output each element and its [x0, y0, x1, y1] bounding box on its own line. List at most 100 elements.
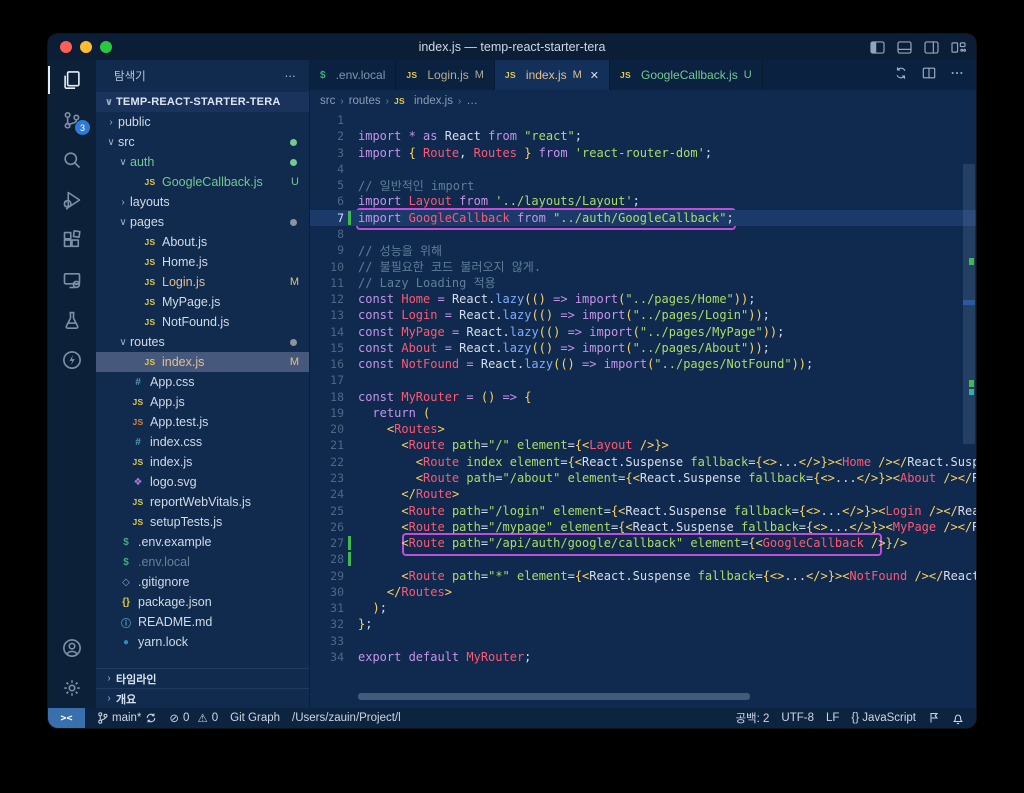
- tree-file-About.js[interactable]: JSAbout.js: [96, 232, 309, 252]
- tree-folder-src[interactable]: ∨src: [96, 132, 309, 152]
- code-editor[interactable]: 12import * as React from "react";3import…: [310, 112, 976, 708]
- activity-thunder-client[interactable]: [48, 340, 96, 380]
- close-tab-icon[interactable]: ✕: [590, 69, 599, 82]
- breadcrumb-item[interactable]: index.js: [414, 95, 453, 107]
- git-gutter-added: [344, 551, 358, 567]
- eol-item[interactable]: LF: [826, 712, 839, 724]
- git-branch-item[interactable]: main*: [97, 712, 157, 724]
- tree-file-App.js[interactable]: JSApp.js: [96, 392, 309, 412]
- code-line-33: 33: [310, 633, 976, 649]
- customize-layout-icon[interactable]: [951, 41, 966, 54]
- line-number: 27: [310, 536, 344, 550]
- breadcrumb-item[interactable]: routes: [349, 95, 381, 107]
- tree-item-label: public: [118, 115, 151, 129]
- tree-file-GoogleCallback.js[interactable]: JSGoogleCallback.jsU: [96, 172, 309, 192]
- activity-source-control[interactable]: 3: [48, 100, 96, 140]
- problems-item[interactable]: ⊘0 ⚠0: [169, 711, 218, 725]
- tree-folder-public[interactable]: ›public: [96, 112, 309, 132]
- explorer-more-icon[interactable]: ⋯: [285, 69, 298, 83]
- tree-file-Login.js[interactable]: JSLogin.jsM: [96, 272, 309, 292]
- tree-file-App.css[interactable]: #App.css: [96, 372, 309, 392]
- gutter: [344, 242, 358, 258]
- toggle-secondary-sidebar-icon[interactable]: [924, 41, 939, 54]
- git-graph-item[interactable]: Git Graph: [230, 712, 280, 724]
- activity-testing[interactable]: [48, 300, 96, 340]
- activity-settings[interactable]: [48, 668, 96, 708]
- line-number: 6: [310, 194, 344, 208]
- source-control-badge: 3: [75, 120, 90, 135]
- js-file-icon: JS: [142, 177, 158, 187]
- css-file-icon: #: [130, 377, 146, 388]
- tree-item-label: Home.js: [162, 255, 208, 269]
- gutter: [344, 437, 358, 453]
- remote-indicator[interactable]: ><: [48, 708, 85, 728]
- activity-account[interactable]: [48, 628, 96, 668]
- tab-GoogleCallback.js[interactable]: JSGoogleCallback.jsU: [610, 60, 763, 90]
- tree-file-README.md[interactable]: ⓘREADME.md: [96, 612, 309, 632]
- activity-explorer[interactable]: [48, 60, 96, 100]
- tree-file-index.js[interactable]: JSindex.js: [96, 452, 309, 472]
- code-line-12: 12const Home = React.lazy(() => import("…: [310, 291, 976, 307]
- tab-Login.js[interactable]: JSLogin.jsM: [396, 60, 495, 90]
- tree-file-reportWebVitals.js[interactable]: JSreportWebVitals.js: [96, 492, 309, 512]
- tree-file-App.test.js[interactable]: JSApp.test.js: [96, 412, 309, 432]
- project-root-row[interactable]: ∨ TEMP-REACT-STARTER-TERA: [96, 92, 309, 112]
- line-number: 4: [310, 162, 344, 176]
- breadcrumb[interactable]: src›routes›JSindex.js›…: [310, 90, 976, 112]
- gutter: [344, 389, 358, 405]
- panel-타임라인[interactable]: ›타임라인: [96, 668, 309, 688]
- indentation-item[interactable]: 공백: 2: [735, 710, 769, 726]
- breadcrumb-item[interactable]: …: [466, 95, 478, 107]
- tab-index.js[interactable]: JSindex.jsM✕: [495, 60, 610, 90]
- tree-file-index.js[interactable]: JSindex.jsM: [96, 352, 309, 372]
- tree-file-index.css[interactable]: #index.css: [96, 432, 309, 452]
- tree-folder-auth[interactable]: ∨auth: [96, 152, 309, 172]
- split-editor-icon[interactable]: [922, 66, 936, 85]
- git-status-dot: [290, 159, 297, 166]
- toggle-panel-icon[interactable]: [897, 41, 912, 54]
- tree-file-NotFound.js[interactable]: JSNotFound.js: [96, 312, 309, 332]
- tree-folder-layouts[interactable]: ›layouts: [96, 192, 309, 212]
- activity-run-debug[interactable]: [48, 180, 96, 220]
- code-line-11: 11// Lazy Loading 적용: [310, 275, 976, 291]
- breadcrumb-separator: ›: [340, 96, 343, 107]
- notifications-bell-icon[interactable]: [952, 712, 964, 725]
- panel-개요[interactable]: ›개요: [96, 688, 309, 708]
- activity-extensions[interactable]: [48, 220, 96, 260]
- tree-file-yarn.lock[interactable]: ●yarn.lock: [96, 632, 309, 652]
- tree-item-label: NotFound.js: [162, 315, 229, 329]
- language-mode-item[interactable]: {} JavaScript: [851, 712, 916, 724]
- toggle-sidebar-icon[interactable]: [870, 41, 885, 54]
- tree-file-.env.local[interactable]: $.env.local: [96, 552, 309, 572]
- open-changes-icon[interactable]: [894, 66, 908, 85]
- vertical-scrollbar[interactable]: [962, 164, 976, 708]
- encoding-item[interactable]: UTF-8: [781, 712, 814, 724]
- horizontal-scrollbar[interactable]: [358, 693, 750, 700]
- code-line-19: 19 return (: [310, 405, 976, 421]
- gutter: [344, 600, 358, 616]
- code-line-28: 28: [310, 551, 976, 567]
- tree-file-.env.example[interactable]: $.env.example: [96, 532, 309, 552]
- gutter: [344, 340, 358, 356]
- code-line-23: 23 <Route path="/about" element={<React.…: [310, 470, 976, 486]
- tree-file-.gitignore[interactable]: ◇.gitignore: [96, 572, 309, 592]
- git-status-dot: [290, 219, 297, 226]
- code-line-24: 24 </Route>: [310, 486, 976, 502]
- activity-remote-explorer[interactable]: [48, 260, 96, 300]
- gutter: [344, 112, 358, 128]
- tree-folder-routes[interactable]: ∨routes: [96, 332, 309, 352]
- extension-flag-icon[interactable]: [928, 712, 940, 724]
- breadcrumb-item[interactable]: src: [320, 95, 335, 107]
- tree-item-label: .gitignore: [138, 575, 189, 589]
- tree-file-MyPage.js[interactable]: JSMyPage.js: [96, 292, 309, 312]
- tree-file-Home.js[interactable]: JSHome.js: [96, 252, 309, 272]
- tree-file-logo.svg[interactable]: ❖logo.svg: [96, 472, 309, 492]
- tree-file-setupTests.js[interactable]: JSsetupTests.js: [96, 512, 309, 532]
- tree-file-package.json[interactable]: {}package.json: [96, 592, 309, 612]
- tree-folder-pages[interactable]: ∨pages: [96, 212, 309, 232]
- activity-search[interactable]: [48, 140, 96, 180]
- tab-.env.local[interactable]: $.env.local: [310, 60, 396, 90]
- line-number: 31: [310, 601, 344, 615]
- gutter: [344, 633, 358, 649]
- more-actions-icon[interactable]: [950, 66, 964, 85]
